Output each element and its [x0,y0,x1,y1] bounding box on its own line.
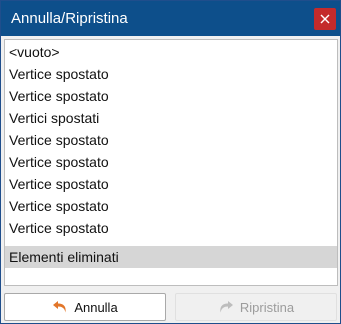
history-list[interactable]: <vuoto> Vertice spostato Vertice spostat… [4,39,338,286]
undo-button-label: Annulla [74,299,118,315]
history-item[interactable]: Vertice spostato [5,217,337,239]
history-item[interactable]: Vertice spostato [5,173,337,195]
undo-redo-dialog: Annulla/Ripristina <vuoto> Vertice spost… [0,0,341,324]
history-item[interactable]: Vertici spostati [5,107,337,129]
history-item[interactable]: <vuoto> [5,41,337,63]
undo-arrow-icon [53,301,66,313]
history-item[interactable]: Vertice spostato [5,129,337,151]
history-item-selected[interactable]: Elementi eliminati [5,246,337,268]
window-title: Annulla/Ripristina [11,10,128,27]
redo-arrow-icon [220,301,233,313]
button-bar: Annulla Ripristina [1,289,340,323]
close-icon [320,14,330,24]
redo-button-label: Ripristina [239,299,295,315]
history-item[interactable]: Vertice spostato [5,85,337,107]
history-item[interactable]: Vertice spostato [5,151,337,173]
history-item[interactable]: Vertice spostato [5,195,337,217]
title-bar: Annulla/Ripristina [1,1,340,36]
close-button[interactable] [314,8,336,30]
redo-button[interactable]: Ripristina [175,293,337,321]
history-item[interactable]: Vertice spostato [5,63,337,85]
undo-button[interactable]: Annulla [4,293,166,321]
